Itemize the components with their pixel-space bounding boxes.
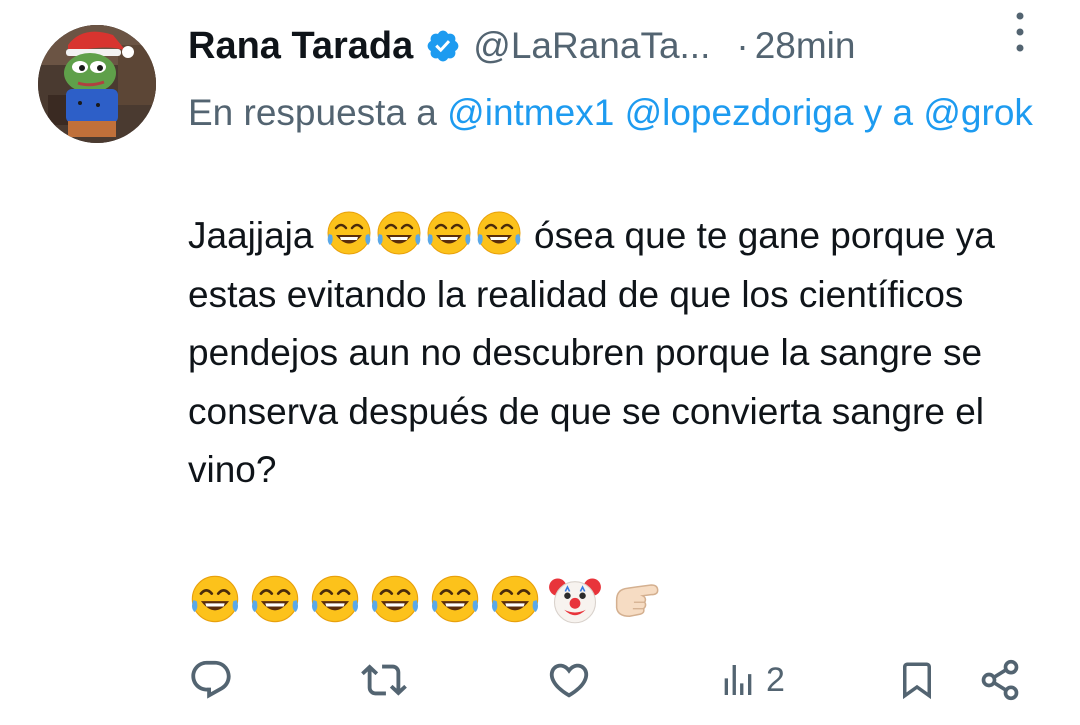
joy-emoji-icon — [424, 208, 474, 258]
more-icon[interactable] — [1014, 10, 1026, 54]
joy-emoji-icon — [368, 572, 422, 626]
tweet-header: Rana Tarada @LaRanaTa... · 28min — [188, 18, 1060, 74]
share-icon — [981, 659, 1019, 701]
share-button[interactable] — [978, 650, 1022, 710]
joy-emoji-icon — [374, 208, 424, 258]
verified-badge-icon — [425, 28, 461, 64]
views-count: 2 — [766, 660, 785, 699]
emoji-line — [188, 572, 662, 626]
tweet-text: Jaajjaja ósea que te gane porque ya esta… — [188, 207, 1048, 500]
mention-link[interactable]: @intmex1 — [447, 92, 614, 133]
action-bar: 2 — [0, 650, 1080, 710]
reply-button[interactable] — [188, 650, 234, 710]
bookmark-button[interactable] — [896, 650, 938, 710]
retweet-button[interactable] — [360, 650, 408, 710]
like-icon — [549, 663, 589, 698]
tweet-reply[interactable]: Rana Tarada @LaRanaTa... · 28min En resp… — [0, 0, 1080, 725]
views-button[interactable]: 2 — [718, 650, 785, 710]
mention-link[interactable]: @lopezdoriga — [625, 92, 854, 133]
clown-emoji-icon — [548, 572, 602, 626]
joy-emoji-icon — [474, 208, 524, 258]
joy-emoji-icon — [188, 572, 242, 626]
reply-context: En respuesta a @intmex1 @lopezdoriga y a… — [188, 84, 1048, 141]
reply-prefix: En respuesta a — [188, 92, 437, 133]
bookmark-icon — [903, 662, 931, 700]
joy-emoji-icon — [488, 572, 542, 626]
tweet-text-rest: ósea que te gane porque ya estas evitand… — [188, 215, 995, 490]
joy-emoji-icon — [308, 572, 362, 626]
user-handle[interactable]: @LaRanaTa... — [473, 25, 710, 67]
reply-icon — [191, 660, 231, 699]
mention-link[interactable]: @grok — [923, 92, 1033, 133]
separator-dot: · — [736, 25, 749, 66]
joy-emoji-icon — [248, 572, 302, 626]
timestamp[interactable]: 28min — [755, 25, 856, 67]
pointing-hand-emoji-icon — [608, 572, 662, 626]
joy-emoji-icon — [428, 572, 482, 626]
retweet-icon — [361, 664, 407, 696]
joy-emoji-icon — [324, 208, 374, 258]
like-button[interactable] — [546, 650, 592, 710]
tweet-text-start: Jaajjaja — [188, 215, 314, 256]
reply-conjunction: y a — [863, 92, 914, 133]
display-name[interactable]: Rana Tarada — [188, 25, 413, 68]
views-icon — [724, 665, 752, 695]
avatar[interactable] — [38, 25, 156, 143]
